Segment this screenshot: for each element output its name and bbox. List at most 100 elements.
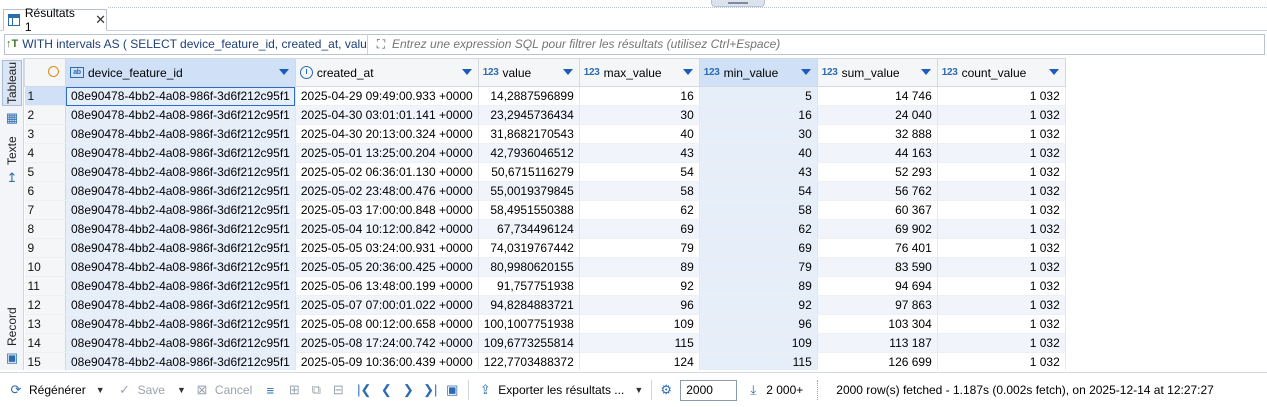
chevron-down-icon[interactable]: ▼ — [96, 385, 105, 395]
table-row[interactable]: 11 08e90478-4bb2-4a08-986f-3d6f212c95f1 20… — [24, 276, 1066, 296]
fetch-all-button[interactable]: ⤓ 2 000+ — [745, 382, 803, 398]
table-cell[interactable]: 76 401 — [817, 238, 938, 258]
table-cell[interactable]: 55,0019379845 — [478, 181, 580, 201]
table-cell[interactable]: 50,6715116279 — [478, 162, 580, 182]
chevron-down-icon[interactable]: ▼ — [634, 385, 643, 395]
tab-tableau[interactable]: Tableau — [2, 60, 22, 106]
table-cell[interactable]: 91,757751938 — [478, 276, 580, 296]
table-cell[interactable]: 124 — [579, 352, 700, 370]
table-cell[interactable]: 89 — [699, 276, 818, 296]
table-cell[interactable]: 1 032 — [937, 276, 1066, 296]
chevron-down-icon[interactable] — [682, 68, 693, 75]
tab-results-1[interactable]: Résultats 1 ✕ — [3, 6, 107, 34]
filter-input[interactable] — [390, 34, 1267, 54]
table-cell[interactable]: 1 032 — [937, 352, 1066, 370]
table-cell[interactable]: 2025-05-04 10:12:00.842 +0000 — [295, 219, 479, 239]
table-cell[interactable]: 58 — [579, 181, 700, 201]
previous-page-icon[interactable]: ❮ — [378, 382, 394, 398]
table-cell[interactable]: 08e90478-4bb2-4a08-986f-3d6f212c95f1 — [65, 200, 296, 220]
row-number[interactable]: 15 — [24, 352, 66, 370]
table-cell[interactable]: 5 — [699, 86, 818, 106]
column-header[interactable]: 123 count_value — [936, 58, 1066, 87]
table-cell[interactable]: 42,7936046512 — [478, 143, 580, 163]
table-cell[interactable]: 92 — [579, 276, 700, 296]
row-number[interactable]: 3 — [24, 124, 66, 144]
add-row-icon[interactable]: ⊞ — [286, 382, 302, 398]
table-row[interactable]: 14 08e90478-4bb2-4a08-986f-3d6f212c95f1 20… — [24, 333, 1066, 353]
table-cell[interactable]: 1 032 — [937, 181, 1066, 201]
table-cell[interactable]: 79 — [699, 257, 818, 277]
table-cell[interactable]: 1 032 — [937, 124, 1066, 144]
table-cell[interactable]: 126 699 — [817, 352, 938, 370]
table-row[interactable]: 10 08e90478-4bb2-4a08-986f-3d6f212c95f1 20… — [24, 257, 1066, 277]
table-cell[interactable]: 1 032 — [937, 105, 1066, 125]
table-row[interactable]: 3 08e90478-4bb2-4a08-986f-3d6f212c95f1 202… — [24, 124, 1066, 144]
table-cell[interactable]: 74,0319767442 — [478, 238, 580, 258]
next-page-icon[interactable]: ❯ — [400, 382, 416, 398]
table-cell[interactable]: 1 032 — [937, 295, 1066, 315]
table-cell[interactable]: 54 — [699, 181, 818, 201]
close-icon[interactable]: ✕ — [95, 12, 106, 28]
table-cell[interactable]: 2025-05-02 06:36:01.130 +0000 — [295, 162, 479, 182]
chevron-down-icon[interactable] — [278, 68, 289, 75]
row-header-corner[interactable] — [24, 58, 66, 87]
table-row[interactable]: 6 08e90478-4bb2-4a08-986f-3d6f212c95f1 202… — [24, 181, 1066, 201]
fetch-size-input[interactable] — [680, 379, 738, 401]
table-cell[interactable]: 32 888 — [817, 124, 938, 144]
table-cell[interactable]: 56 762 — [817, 181, 938, 201]
row-number[interactable]: 1 — [24, 86, 66, 106]
table-cell[interactable]: 44 163 — [817, 143, 938, 163]
table-cell[interactable]: 103 304 — [817, 314, 938, 334]
table-cell[interactable]: 2025-05-01 13:25:00.204 +0000 — [295, 143, 479, 163]
table-cell[interactable]: 1 032 — [937, 219, 1066, 239]
table-row[interactable]: 4 08e90478-4bb2-4a08-986f-3d6f212c95f1 202… — [24, 143, 1066, 163]
table-cell[interactable]: 62 — [699, 219, 818, 239]
filter-expand-icon[interactable]: ⛶ — [372, 35, 390, 53]
column-header[interactable]: created_at — [294, 58, 479, 87]
table-cell[interactable]: 97 863 — [817, 295, 938, 315]
table-cell[interactable]: 69 — [699, 238, 818, 258]
table-cell[interactable]: 122,7703488372 — [478, 352, 580, 370]
table-cell[interactable]: 08e90478-4bb2-4a08-986f-3d6f212c95f1 — [65, 181, 296, 201]
first-page-icon[interactable]: |❮ — [356, 382, 372, 398]
table-cell[interactable]: 2025-05-03 17:00:00.848 +0000 — [295, 200, 479, 220]
column-header[interactable]: 123 value — [477, 58, 580, 87]
table-cell[interactable]: 60 367 — [817, 200, 938, 220]
table-cell[interactable]: 115 — [579, 333, 700, 353]
table-cell[interactable]: 80,9980620155 — [478, 257, 580, 277]
table-cell[interactable]: 79 — [579, 238, 700, 258]
row-number[interactable]: 6 — [24, 181, 66, 201]
row-number[interactable]: 7 — [24, 200, 66, 220]
export-results-button[interactable]: ⇪ Exporter les résultats ... — [477, 382, 625, 398]
table-cell[interactable]: 2025-04-30 03:01:01.141 +0000 — [295, 105, 479, 125]
table-row[interactable]: 5 08e90478-4bb2-4a08-986f-3d6f212c95f1 202… — [24, 162, 1066, 182]
table-cell[interactable]: 96 — [579, 295, 700, 315]
table-cell[interactable]: 83 590 — [817, 257, 938, 277]
table-cell[interactable]: 2025-05-08 00:12:00.658 +0000 — [295, 314, 479, 334]
row-number[interactable]: 2 — [24, 105, 66, 125]
table-cell[interactable]: 1 032 — [937, 314, 1066, 334]
table-cell[interactable]: 14 746 — [817, 86, 938, 106]
table-cell[interactable]: 31,8682170543 — [478, 124, 580, 144]
table-cell[interactable]: 1 032 — [937, 162, 1066, 182]
table-row[interactable]: 13 08e90478-4bb2-4a08-986f-3d6f212c95f1 20… — [24, 314, 1066, 334]
record-icon[interactable]: ▣ — [4, 350, 20, 366]
table-cell[interactable]: 109 — [699, 333, 818, 353]
table-cell[interactable]: 2025-05-02 23:48:00.476 +0000 — [295, 181, 479, 201]
row-number[interactable]: 11 — [24, 276, 66, 296]
table-cell[interactable]: 40 — [699, 143, 818, 163]
row-number[interactable]: 10 — [24, 257, 66, 277]
text-mode-icon[interactable]: ↥ — [4, 170, 20, 186]
panel-splitter-handle[interactable] — [711, 0, 765, 7]
table-cell[interactable]: 14,2887596899 — [478, 86, 580, 106]
row-number[interactable]: 12 — [24, 295, 66, 315]
row-number[interactable]: 9 — [24, 238, 66, 258]
sql-query-preview[interactable]: ↑T WITH intervals AS ( SELECT device_fea… — [6, 34, 368, 54]
table-cell[interactable]: 08e90478-4bb2-4a08-986f-3d6f212c95f1 — [65, 124, 296, 144]
table-cell[interactable]: 1 032 — [937, 238, 1066, 258]
table-cell[interactable]: 89 — [579, 257, 700, 277]
table-cell[interactable]: 94,8284883721 — [478, 295, 580, 315]
gear-icon[interactable]: ⚙ — [658, 382, 674, 398]
table-cell[interactable]: 96 — [699, 314, 818, 334]
table-cell[interactable]: 1 032 — [937, 257, 1066, 277]
